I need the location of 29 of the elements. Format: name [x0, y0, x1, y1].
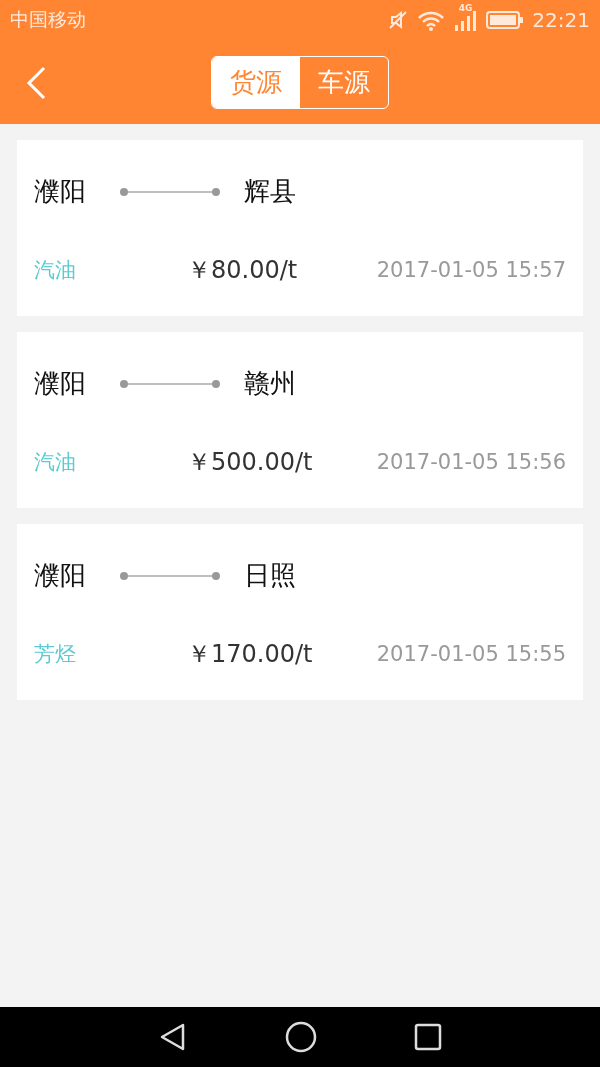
carrier-name: 中国移动: [10, 7, 87, 32]
signal-icon: [454, 9, 479, 31]
route-line-icon: [120, 186, 220, 197]
battery-icon: [486, 10, 525, 30]
price: ￥500.00/t: [187, 447, 314, 478]
origin-city: 濮阳: [34, 559, 87, 592]
destination-city: 辉县: [244, 175, 297, 208]
clock-time: 22:21: [532, 8, 590, 32]
posted-time: 2017-01-05 15:55: [376, 642, 566, 666]
posted-time: 2017-01-05 15:57: [376, 258, 566, 282]
mute-icon: [388, 10, 409, 30]
cargo-type: 芳烃: [34, 641, 77, 668]
listing-card[interactable]: 濮阳 辉县 汽油 ￥80.00/t 2017-01-05 15:57: [17, 140, 583, 316]
posted-time: 2017-01-05 15:56: [376, 450, 566, 474]
listing-card[interactable]: 濮阳 日照 芳烃 ￥170.00/t 2017-01-05 15:55: [17, 524, 583, 700]
route-line-icon: [120, 570, 220, 581]
price: ￥80.00/t: [187, 255, 299, 286]
listing-card[interactable]: 濮阳 赣州 汽油 ￥500.00/t 2017-01-05 15:56: [17, 332, 583, 508]
destination-city: 日照: [244, 559, 297, 592]
origin-city: 濮阳: [34, 175, 87, 208]
cargo-type: 汽油: [34, 449, 77, 476]
cargo-type: 汽油: [34, 257, 77, 284]
home-nav-icon[interactable]: [285, 1021, 317, 1053]
route-line-icon: [120, 378, 220, 389]
origin-city: 濮阳: [34, 367, 87, 400]
price: ￥170.00/t: [187, 639, 314, 670]
network-label: 4G: [458, 3, 473, 13]
destination-city: 赣州: [244, 367, 297, 400]
recents-nav-icon[interactable]: [413, 1023, 442, 1051]
